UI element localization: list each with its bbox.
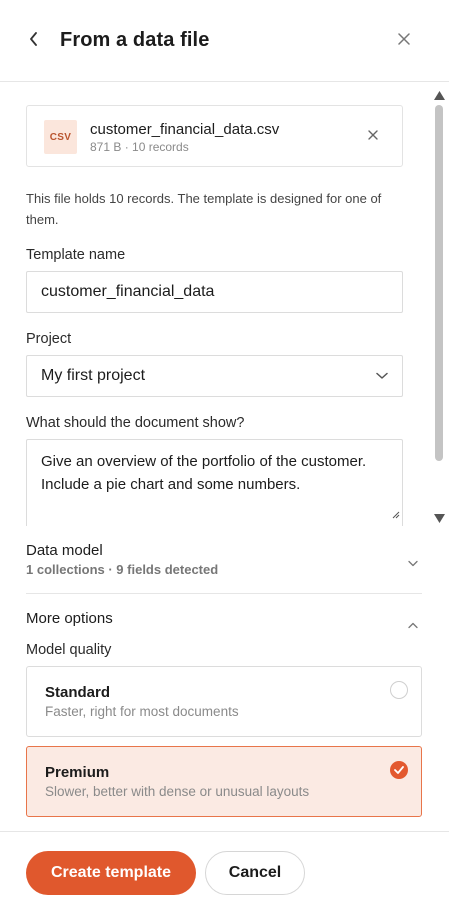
option-title: Premium <box>45 764 110 781</box>
create-template-button[interactable]: Create template <box>26 851 196 895</box>
option-description: Slower, better with dense or unusual lay… <box>45 784 310 799</box>
template-name-label: Template name <box>26 247 126 263</box>
scrollbar[interactable] <box>430 83 449 526</box>
more-options-section[interactable]: More options <box>26 610 422 629</box>
cancel-button[interactable]: Cancel <box>205 851 305 895</box>
file-info-text: This file holds 10 records. The template… <box>26 191 382 227</box>
scroll-down-arrow-icon[interactable] <box>434 510 445 528</box>
project-select[interactable]: My first project <box>26 355 403 397</box>
scrollbar-thumb[interactable] <box>435 105 443 461</box>
chevron-left-icon <box>29 31 39 51</box>
model-option-standard[interactable]: Standard Faster, right for most document… <box>26 666 422 737</box>
project-select-value: My first project <box>41 367 146 384</box>
model-option-premium[interactable]: Premium Slower, better with dense or unu… <box>26 746 422 817</box>
file-name: customer_financial_data.csv <box>90 121 280 138</box>
radio-button-checked[interactable] <box>390 761 408 779</box>
data-model-section[interactable]: Data model 1 collections · 9 fields dete… <box>26 542 422 577</box>
resize-grip-icon[interactable] <box>392 503 400 526</box>
document-prompt-textarea[interactable]: Give an overview of the portfolio of the… <box>26 439 403 526</box>
option-title: Standard <box>45 684 111 701</box>
option-description: Faster, right for most documents <box>45 704 239 719</box>
chevron-down-icon <box>408 554 418 572</box>
radio-button[interactable] <box>390 681 408 699</box>
data-model-subtitle: 1 collections · 9 fields detected <box>26 562 219 577</box>
more-options-title: More options <box>26 610 113 627</box>
project-label: Project <box>26 331 72 347</box>
chevron-up-icon <box>408 616 418 634</box>
panel-footer: Create template Cancel <box>0 831 449 911</box>
divider <box>26 593 422 594</box>
panel-header: From a data file <box>0 0 449 82</box>
back-button[interactable] <box>22 28 46 54</box>
data-model-title: Data model <box>26 542 103 559</box>
form-scroll-area[interactable]: CSV customer_financial_data.csv 871 B · … <box>0 83 449 526</box>
check-icon <box>394 761 404 779</box>
template-name-input[interactable]: customer_financial_data <box>26 271 403 313</box>
remove-file-button[interactable] <box>363 126 383 146</box>
scroll-up-arrow-icon[interactable] <box>434 87 445 105</box>
file-card: CSV customer_financial_data.csv 871 B · … <box>26 105 403 167</box>
page-title: From a data file <box>60 29 210 51</box>
chevron-down-icon <box>376 367 388 385</box>
document-prompt-label: What should the document show? <box>26 415 245 431</box>
model-quality-label: Model quality <box>26 642 112 658</box>
close-icon <box>368 127 378 145</box>
close-button[interactable] <box>392 28 416 54</box>
file-meta: 871 B · 10 records <box>90 140 189 154</box>
close-icon <box>398 32 410 50</box>
document-prompt-text: Give an overview of the portfolio of the… <box>41 453 367 493</box>
csv-file-icon: CSV <box>44 120 77 154</box>
